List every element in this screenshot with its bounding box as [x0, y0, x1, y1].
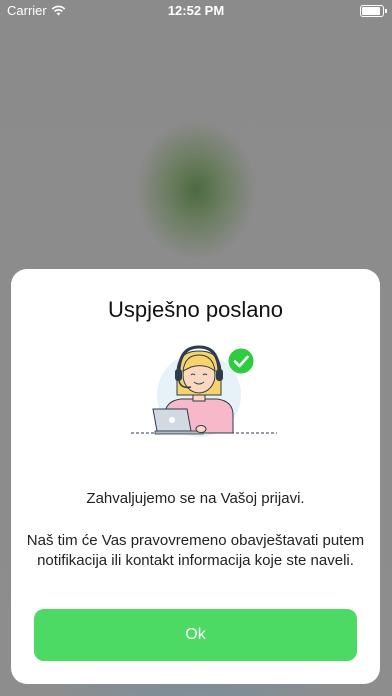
dialog-title: Uspješno poslano — [108, 297, 283, 322]
ok-button[interactable]: Ok — [34, 609, 357, 661]
success-check-icon — [227, 347, 255, 375]
status-time: 12:52 PM — [167, 3, 225, 18]
battery-level — [362, 7, 380, 15]
status-bar: Carrier 12:52 PM — [0, 0, 392, 22]
success-dialog: Uspješno poslano Zahvaljujemo se na Vašo… — [11, 269, 380, 684]
info-message: Naš tim će Vas pravovremeno obavještavat… — [26, 532, 365, 569]
battery-icon — [360, 5, 387, 17]
thanks-message: Zahvaljujemo se na Vašoj prijavi. — [86, 490, 305, 507]
support-agent-illustration — [131, 345, 277, 437]
